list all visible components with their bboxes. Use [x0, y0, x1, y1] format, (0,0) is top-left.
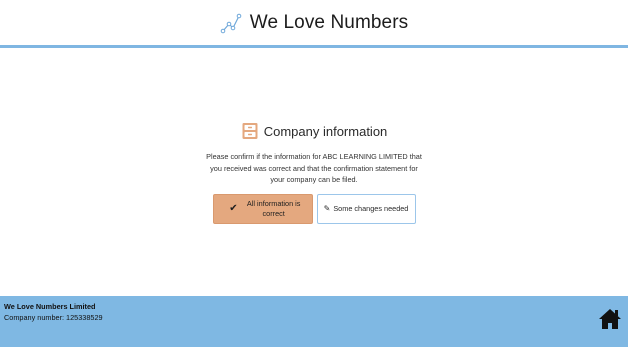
confirm-button-label: All information is correct — [246, 198, 301, 218]
action-buttons: ✔ All information is correct ✎ Some chan… — [212, 193, 416, 224]
main-content: Company information Please confirm if th… — [0, 51, 628, 296]
filing-cabinet-icon — [242, 123, 258, 139]
check-icon: ✔ — [229, 202, 238, 214]
request-changes-button[interactable]: ✎ Some changes needed — [316, 193, 416, 224]
footer-company-name: We Love Numbers Limited — [4, 302, 96, 311]
confirm-information-button[interactable]: ✔ All information is correct — [212, 193, 313, 224]
card-header: Company information — [241, 121, 388, 141]
network-line-icon — [220, 13, 242, 33]
app-header: We Love Numbers — [0, 0, 628, 48]
brand-logo[interactable]: We Love Numbers — [220, 12, 409, 34]
changes-button-label: Some changes needed — [333, 203, 409, 213]
home-icon[interactable] — [598, 308, 622, 330]
card-title: Company information — [263, 123, 388, 139]
footer-company-number: Company number: 125338529 — [4, 313, 103, 322]
brand-name: We Love Numbers — [249, 11, 409, 33]
pencil-icon: ✎ — [323, 203, 331, 213]
app-footer: We Love Numbers Limited Company number: … — [0, 296, 628, 347]
company-info-card: Company information Please confirm if th… — [204, 121, 424, 224]
confirmation-message: Please confirm if the information for AB… — [206, 152, 422, 184]
